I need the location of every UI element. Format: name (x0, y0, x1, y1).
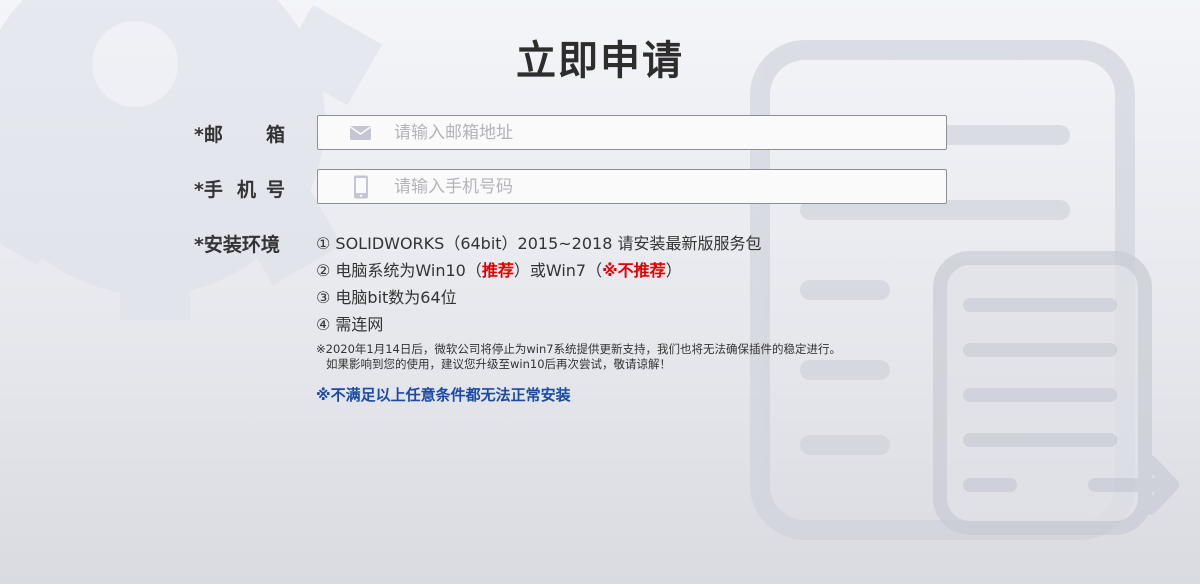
email-field[interactable] (317, 115, 947, 150)
not-recommended-tag: ※不推荐 (602, 261, 666, 280)
phone-label-suffix: 号 (266, 179, 286, 201)
requirement-network: ④ 需连网 (316, 315, 384, 334)
environment-label: *安装环境 (194, 234, 280, 256)
phone-field[interactable] (317, 169, 947, 204)
win7-notice-line2: 如果影响到您的使用，建议您升级至win10后再次尝试，敬请谅解！ (326, 357, 672, 371)
requirement-bit: ③ 电脑bit数为64位 (316, 288, 457, 307)
email-input[interactable] (394, 116, 934, 149)
win7-notice-line1: ※2020年1月14日后，微软公司将停止为win7系统提供更新支持，我们也将无法… (316, 342, 842, 356)
page-title: 立即申请 (516, 38, 684, 84)
requirements-list: ① SOLIDWORKS（64bit）2015~2018 请安装最新版服务包 ②… (316, 230, 841, 372)
smartphone-icon (354, 175, 368, 199)
envelope-icon (350, 126, 371, 140)
requirement-os-text: ② 电脑系统为Win10（ (316, 261, 482, 280)
win7-notice: ※2020年1月14日后，微软公司将停止为win7系统提供更新支持，我们也将无法… (316, 342, 841, 372)
requirement-os: ② 电脑系统为Win10（推荐）或Win7（※不推荐） (316, 257, 841, 284)
phone-input[interactable] (394, 170, 934, 203)
email-label-prefix: *邮 (194, 124, 223, 146)
phone-label-mid: 机 (237, 179, 257, 201)
requirement-os-text-end: ） (665, 261, 682, 280)
install-warning: ※不满足以上任意条件都无法正常安装 (316, 386, 571, 404)
phone-label-prefix: *手 (194, 179, 223, 201)
requirement-os-text-mid: ）或Win7（ (513, 261, 603, 280)
requirement-solidworks: ① SOLIDWORKS（64bit）2015~2018 请安装最新版服务包 (316, 234, 762, 253)
document-export-watermark-icon (933, 251, 1179, 535)
recommended-tag: 推荐 (481, 261, 514, 280)
email-label-suffix: 箱 (266, 124, 286, 146)
